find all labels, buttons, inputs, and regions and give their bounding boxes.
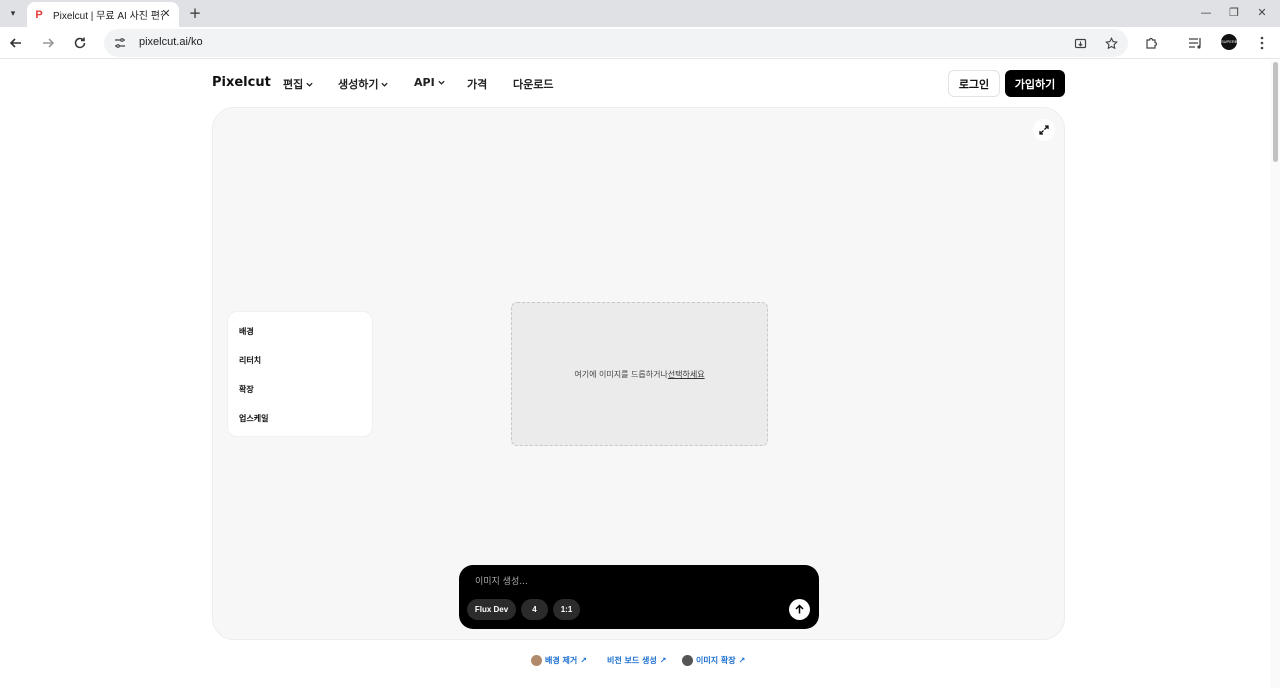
nav-edit[interactable]: 편집 <box>283 76 314 92</box>
forward-arrow-icon[interactable] <box>38 33 58 53</box>
tool-retouch[interactable]: 리터치 <box>239 355 261 366</box>
count-selector[interactable]: 4 <box>521 599 548 620</box>
page-content: Pixelcut 편집 생성하기 API 가격 다운로드 로그인 가입하기 배경… <box>0 60 1280 688</box>
external-arrow-icon: ↗ <box>580 656 587 665</box>
scrollbar-thumb[interactable] <box>1273 62 1278 162</box>
tab-close-icon[interactable]: ✕ <box>159 7 173 21</box>
minimize-icon[interactable]: — <box>1196 4 1216 22</box>
tab-list-chevron-icon[interactable]: ▾ <box>4 5 22 23</box>
nav-pricing-label: 가격 <box>467 78 488 91</box>
prompt-input[interactable] <box>475 575 775 589</box>
thumbnail-icon <box>531 655 542 666</box>
browser-tab-bar: ▾ P Pixelcut | 무료 AI 사진 편집 ✕ + — ❐ ✕ <box>0 0 1280 27</box>
browser-toolbar: pixelcut.ai/ko <box>0 27 1280 59</box>
nav-generate-label: 생성하기 <box>338 78 379 91</box>
image-dropzone[interactable]: 여기에 이미지를 드롭하거나 선택하세요 <box>511 302 768 446</box>
window-close-icon[interactable]: ✕ <box>1252 4 1272 22</box>
back-arrow-icon[interactable] <box>6 33 26 53</box>
model-selector[interactable]: Flux Dev <box>467 599 516 620</box>
restore-icon[interactable]: ❐ <box>1224 4 1244 22</box>
profile-avatar[interactable]: SUPERB <box>1221 34 1237 50</box>
pixelcut-logo[interactable]: Pixelcut <box>212 75 271 90</box>
nav-api-label: API <box>414 76 435 89</box>
tool-expand[interactable]: 확장 <box>239 384 254 395</box>
bookmark-star-icon[interactable] <box>1101 33 1121 53</box>
dropzone-text: 여기에 이미지를 드롭하거나 <box>574 369 668 379</box>
prompt-panel: Flux Dev 4 1:1 <box>459 565 819 629</box>
fullscreen-expand-icon[interactable] <box>1033 119 1055 141</box>
url-text: pixelcut.ai/ko <box>139 36 203 48</box>
login-button[interactable]: 로그인 <box>948 70 1000 97</box>
nav-api[interactable]: API <box>414 76 446 89</box>
nav-download-label: 다운로드 <box>513 78 554 91</box>
thumbnail-icon <box>682 655 693 666</box>
chevron-down-icon <box>306 82 313 87</box>
footer-link-remove-bg[interactable]: 배경 제거 ↗ <box>531 655 587 666</box>
extensions-puzzle-icon[interactable] <box>1141 33 1161 53</box>
tool-upscale[interactable]: 업스케일 <box>239 413 268 424</box>
address-bar[interactable]: pixelcut.ai/ko <box>104 29 1128 57</box>
send-arrow-up-icon[interactable] <box>789 599 810 620</box>
chevron-down-icon <box>381 82 389 87</box>
nav-edit-label: 편집 <box>283 78 304 91</box>
footer-link-label: 이미지 확장 <box>696 656 736 665</box>
footer-link-label: 비전 보드 생성 <box>607 656 657 665</box>
footer-link-expand-image[interactable]: 이미지 확장 ↗ <box>682 655 745 666</box>
new-tab-plus-icon[interactable]: + <box>187 5 203 21</box>
select-file-link[interactable]: 선택하세요 <box>668 369 705 380</box>
external-arrow-icon: ↗ <box>659 656 667 665</box>
reading-list-icon[interactable] <box>1185 33 1205 53</box>
tab-title: Pixelcut | 무료 AI 사진 편집 <box>53 11 163 22</box>
signup-button[interactable]: 가입하기 <box>1005 70 1065 97</box>
nav-pricing[interactable]: 가격 <box>467 76 487 92</box>
browser-menu-kebab-icon[interactable] <box>1252 33 1272 53</box>
browser-tab[interactable]: P Pixelcut | 무료 AI 사진 편집 ✕ <box>27 2 179 27</box>
pixelcut-favicon-icon: P <box>35 8 43 21</box>
chevron-down-icon <box>438 80 445 85</box>
external-arrow-icon: ↗ <box>738 656 746 665</box>
reload-icon[interactable] <box>70 33 90 53</box>
ratio-selector[interactable]: 1:1 <box>553 599 580 620</box>
install-app-icon[interactable] <box>1070 33 1090 53</box>
nav-download[interactable]: 다운로드 <box>513 76 553 92</box>
editor-canvas: 배경 리터치 확장 업스케일 여기에 이미지를 드롭하거나 선택하세요 Flux… <box>212 107 1065 640</box>
footer-link-vision-board[interactable]: 비전 보드 생성 ↗ <box>607 655 666 666</box>
nav-generate[interactable]: 생성하기 <box>338 76 389 92</box>
footer-link-label: 배경 제거 <box>545 656 578 665</box>
tool-menu: 배경 리터치 확장 업스케일 <box>227 311 373 437</box>
site-info-icon[interactable] <box>112 35 128 51</box>
tool-background[interactable]: 배경 <box>239 326 254 337</box>
